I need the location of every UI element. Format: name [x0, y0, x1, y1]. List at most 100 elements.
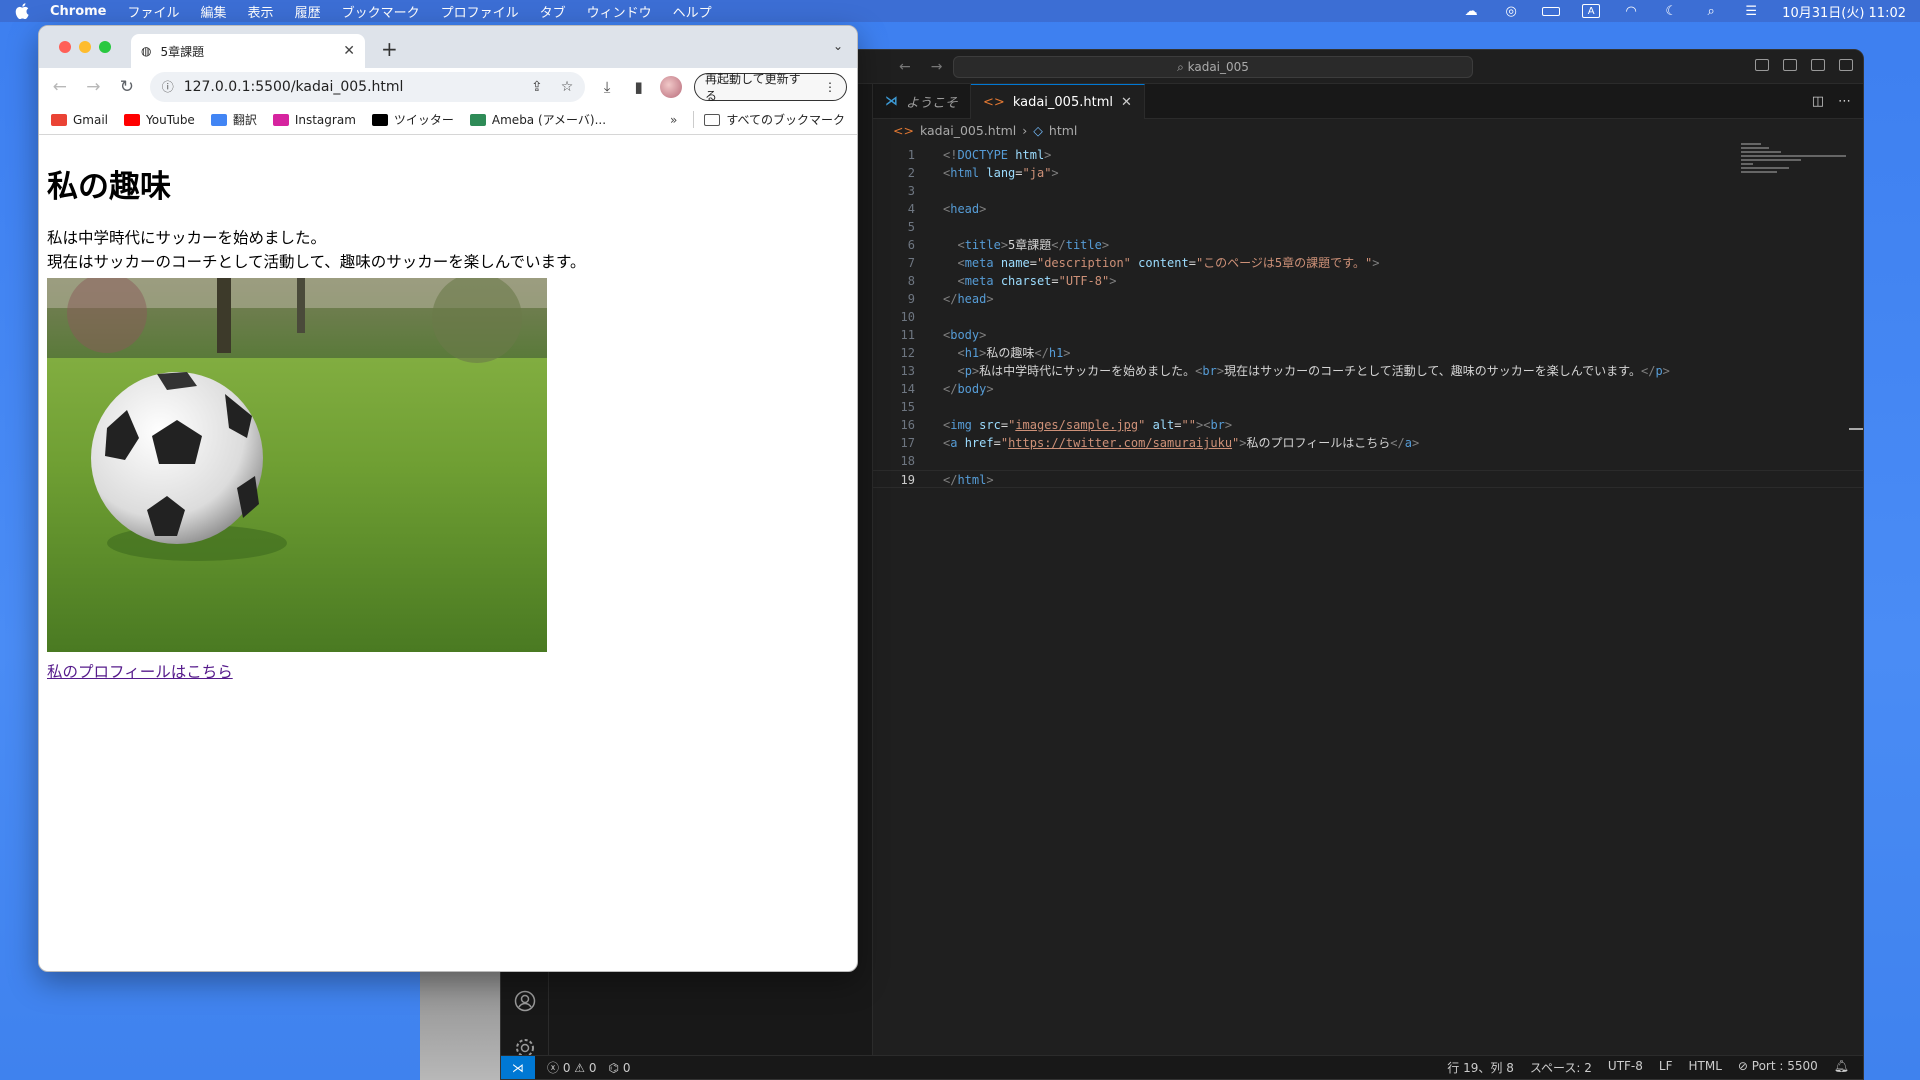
chevron-down-icon[interactable]: ⌄	[833, 39, 843, 53]
code-line[interactable]: 12 <h1>私の趣味</h1>	[873, 344, 1863, 362]
minimize-window-button[interactable]	[79, 41, 91, 53]
menu-window[interactable]: ウィンドウ	[587, 2, 652, 21]
remote-indicator-icon[interactable]: ⋊	[501, 1055, 535, 1079]
relaunch-update-button[interactable]: 再起動して更新する ⋮	[694, 72, 847, 103]
bookmark-gmail-label: Gmail	[73, 112, 109, 127]
cloud-icon[interactable]: ☁	[1462, 4, 1480, 19]
toggle-primary-sidebar-icon[interactable]	[1755, 59, 1769, 71]
close-icon[interactable]: ✕	[343, 43, 355, 59]
code-line[interactable]: 10	[873, 308, 1863, 326]
share-icon[interactable]: ⇪	[531, 79, 543, 95]
code-line[interactable]: 2 <html lang="ja">	[873, 164, 1863, 182]
back-button[interactable]: ←	[49, 77, 71, 97]
cursor-position[interactable]: 行 19、列 8	[1447, 1059, 1514, 1076]
account-icon[interactable]	[513, 989, 537, 1013]
input-mode-indicator[interactable]: A	[1582, 4, 1601, 18]
menu-bookmarks[interactable]: ブックマーク	[342, 2, 420, 21]
menu-tab[interactable]: タブ	[540, 2, 566, 21]
menu-view[interactable]: 表示	[248, 2, 274, 21]
language-mode[interactable]: HTML	[1688, 1059, 1721, 1076]
tab-kadai-005[interactable]: <> kadai_005.html ✕	[971, 84, 1145, 119]
code-line[interactable]: 5	[873, 218, 1863, 236]
code-line[interactable]: 1 <!DOCTYPE html>	[873, 146, 1863, 164]
forward-button[interactable]: →	[83, 77, 105, 97]
close-tab-icon[interactable]: ✕	[1121, 95, 1132, 110]
bookmark-ameba[interactable]: Ameba (アメーバ)...	[469, 111, 606, 128]
code-line[interactable]: 4 <head>	[873, 200, 1863, 218]
avatar[interactable]	[660, 75, 683, 98]
menu-app-name[interactable]: Chrome	[50, 4, 107, 19]
code-line[interactable]: 3	[873, 182, 1863, 200]
minimap[interactable]	[1741, 141, 1851, 181]
toggle-secondary-sidebar-icon[interactable]	[1811, 59, 1825, 71]
back-arrow-icon[interactable]: ←	[899, 59, 911, 75]
control-center-icon[interactable]: ☰	[1742, 4, 1760, 19]
battery-icon[interactable]	[1542, 4, 1561, 18]
site-info-icon[interactable]: ⓘ	[162, 78, 174, 95]
bookmark-twitter[interactable]: ツイッター	[371, 111, 454, 128]
star-icon[interactable]: ☆	[561, 79, 574, 95]
editor-actions: ◫ ⋯	[1812, 94, 1851, 109]
bookmark-youtube[interactable]: YouTube	[124, 113, 195, 127]
code-token: meta	[964, 274, 994, 288]
bookmark-translate[interactable]: 翻訳	[210, 111, 257, 128]
kebab-menu-icon[interactable]: ⋮	[824, 80, 836, 94]
ports-indicator[interactable]: ⌬ 0	[609, 1061, 631, 1075]
code-line[interactable]: 17 <a href="https://twitter.com/samuraiju…	[873, 434, 1863, 452]
encoding[interactable]: UTF-8	[1608, 1059, 1643, 1076]
code-line[interactable]: 19 </html>	[873, 470, 1863, 488]
code-editor[interactable]: 1 <!DOCTYPE html> 2 <html lang="ja"> 3 4 <head…	[873, 141, 1863, 1055]
download-icon[interactable]: ⤓	[597, 78, 617, 96]
breadcrumb-file[interactable]: kadai_005.html	[920, 123, 1016, 138]
more-actions-icon[interactable]: ⋯	[1838, 94, 1851, 109]
code-line[interactable]: 16 <img src="images/sample.jpg" alt=""><b…	[873, 416, 1863, 434]
code-line[interactable]: 13 <p>私は中学時代にサッカーを始めました。<br>現在はサッカーのコーチと…	[873, 362, 1863, 380]
bookmark-instagram[interactable]: Instagram	[272, 113, 356, 127]
bookmark-gmail[interactable]: Gmail	[51, 113, 108, 127]
more-bookmarks-icon[interactable]: »	[670, 113, 677, 127]
forward-arrow-icon[interactable]: →	[931, 59, 943, 75]
code-line[interactable]: 8 <meta charset="UTF-8">	[873, 272, 1863, 290]
breadcrumb-symbol[interactable]: html	[1049, 123, 1077, 138]
address-bar[interactable]: ⓘ 127.0.0.1:5500/kadai_005.html ⇪ ☆	[149, 71, 586, 102]
zoom-window-button[interactable]	[99, 41, 111, 53]
chrome-tab-active[interactable]: ◍ 5章課題 ✕	[131, 34, 365, 68]
customize-layout-icon[interactable]	[1839, 59, 1853, 71]
all-bookmarks[interactable]: すべてのブックマーク	[693, 111, 845, 128]
notifications-icon[interactable]: 🔔︎	[1834, 1059, 1849, 1076]
code-line[interactable]: 14 </body>	[873, 380, 1863, 398]
menu-edit[interactable]: 編集	[201, 2, 227, 21]
code-token: 私は中学時代にサッカーを始めました。	[979, 364, 1196, 378]
code-token: <	[957, 256, 965, 270]
menu-history[interactable]: 履歴	[295, 2, 321, 21]
spotlight-search-icon[interactable]: ⌕	[1702, 4, 1720, 19]
code-line[interactable]: 6 <title>5章課題</title>	[873, 236, 1863, 254]
code-token: >	[1063, 346, 1071, 360]
apple-icon[interactable]	[14, 3, 30, 19]
live-server-port[interactable]: ⊘ Port : 5500	[1738, 1059, 1818, 1076]
reload-icon[interactable]: ↻	[116, 77, 138, 97]
command-center-search[interactable]: ⌕ kadai_005	[953, 56, 1473, 78]
split-editor-icon[interactable]: ◫	[1812, 94, 1824, 109]
new-tab-button[interactable]: +	[381, 37, 398, 61]
menubar-clock[interactable]: 10月31日(火) 11:02	[1782, 2, 1906, 21]
profile-link[interactable]: 私のプロフィールはこちら	[47, 660, 233, 682]
moon-icon[interactable]: ☾	[1662, 4, 1680, 19]
toggle-panel-icon[interactable]	[1783, 59, 1797, 71]
indentation[interactable]: スペース: 2	[1530, 1059, 1592, 1076]
end-of-line[interactable]: LF	[1659, 1059, 1673, 1076]
menu-file[interactable]: ファイル	[128, 2, 180, 21]
code-line[interactable]: 15	[873, 398, 1863, 416]
code-line[interactable]: 7 <meta name="description" content="このペー…	[873, 254, 1863, 272]
menu-profiles[interactable]: プロファイル	[441, 2, 519, 21]
wifi-icon[interactable]: ◠	[1622, 4, 1640, 19]
side-panel-icon[interactable]: ▮	[629, 78, 649, 96]
menu-help[interactable]: ヘルプ	[673, 2, 712, 21]
code-line[interactable]: 11 <body>	[873, 326, 1863, 344]
problems-indicator[interactable]: ⓧ 0 ⚠ 0	[547, 1059, 597, 1076]
tab-welcome[interactable]: ⋊ ようこそ	[873, 84, 972, 119]
code-line[interactable]: 9 </head>	[873, 290, 1863, 308]
close-window-button[interactable]	[59, 41, 71, 53]
creative-cloud-icon[interactable]: ◎	[1502, 4, 1520, 19]
code-line[interactable]: 18	[873, 452, 1863, 470]
